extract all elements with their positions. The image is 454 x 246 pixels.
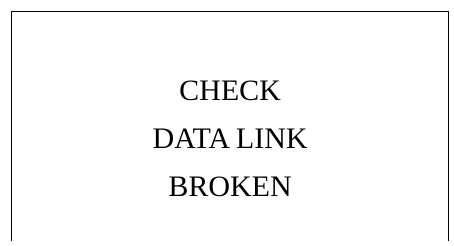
message-line-2: DATA LINK — [152, 122, 308, 155]
message-panel: CHECK DATA LINK BROKEN — [11, 11, 449, 241]
message-line-3: BROKEN — [168, 170, 292, 203]
message-line-1: CHECK — [179, 74, 281, 107]
status-message: CHECK DATA LINK BROKEN — [12, 67, 448, 211]
